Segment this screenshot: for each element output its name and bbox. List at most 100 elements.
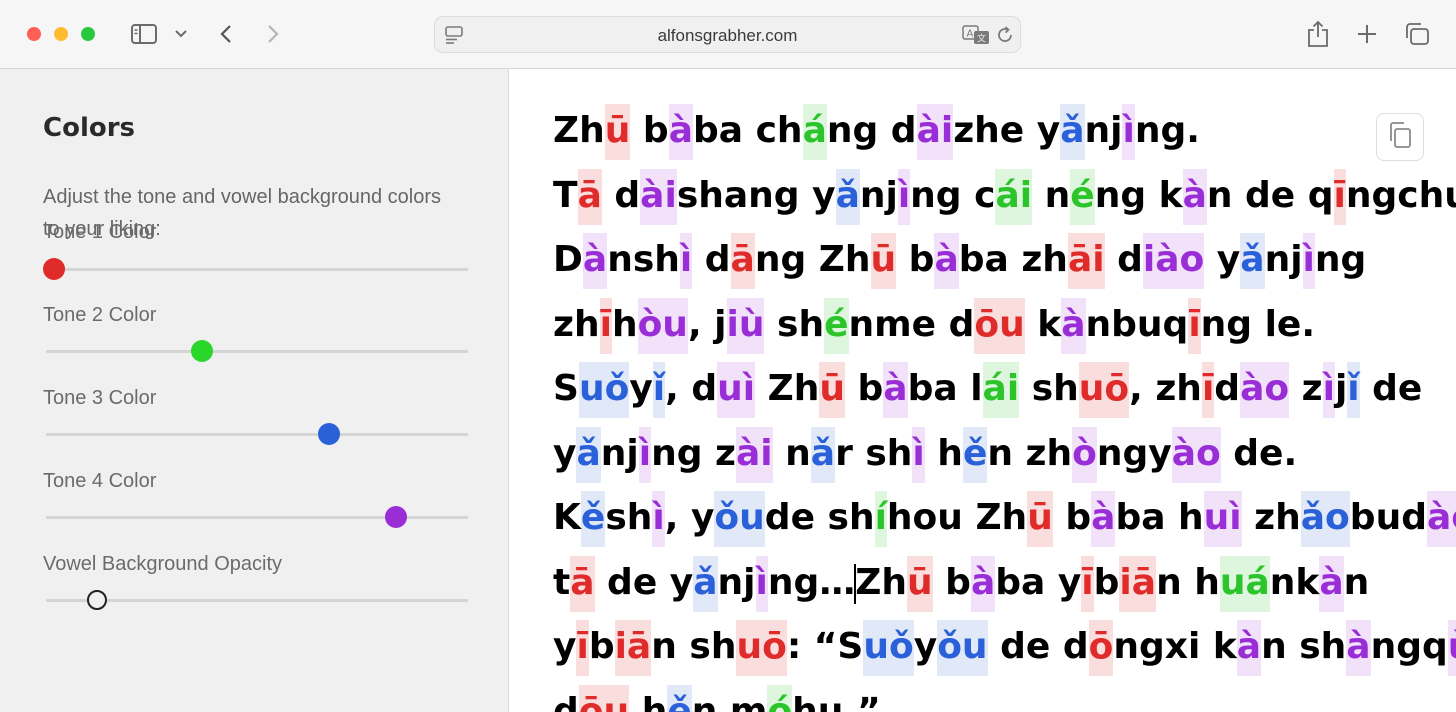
text-segment: b xyxy=(932,561,971,603)
back-icon[interactable] xyxy=(214,18,238,50)
slider-label: Tone 3 Color xyxy=(43,387,157,409)
tone-3-vowel: ě xyxy=(580,491,606,547)
slider-track[interactable] xyxy=(46,433,468,436)
text-segment: ngy xyxy=(1096,432,1172,474)
text-segment: j xyxy=(1334,368,1348,409)
tone-3-vowel: ě xyxy=(667,684,692,712)
sidebar-toggle-icon[interactable] xyxy=(128,18,160,50)
translate-icon[interactable]: A文 xyxy=(962,25,990,49)
text-segment: ba ch xyxy=(692,110,803,151)
reload-icon[interactable] xyxy=(995,25,1015,49)
tone-3-vowel: ǎ xyxy=(1240,233,1265,289)
slider-thumb[interactable] xyxy=(191,340,214,362)
text-line[interactable]: yǎnjìng zài nǎr shì hěn zhòngyào de. xyxy=(553,422,1456,487)
text-segment: n xyxy=(772,432,811,474)
slider-track[interactable] xyxy=(46,268,468,271)
text-line[interactable]: tā de yǎnjìng…Zhū bàba yībiān huánkàn xyxy=(553,551,1456,616)
browser-toolbar: alfonsgrabher.com A文 xyxy=(0,0,1456,69)
minimize-window-button[interactable] xyxy=(54,27,68,41)
tone-1-vowel: iā xyxy=(614,620,652,676)
tone-1-vowel: ī xyxy=(576,620,589,676)
text-line[interactable]: Suǒyǐ, duì Zhū bàba lái shuō, zhīdào zìj… xyxy=(553,357,1456,422)
tone-4-vowel: ì xyxy=(638,426,652,483)
text-segment: d xyxy=(1214,368,1241,409)
tone-4-vowel: ài xyxy=(640,168,677,225)
tone-1-vowel: iā xyxy=(1119,555,1157,612)
tone-4-vowel: ì xyxy=(755,555,768,612)
pinyin-text-area[interactable]: Zhū bàba cháng dàizhe yǎnjìng. Tā dàishan… xyxy=(510,69,1456,712)
text-segment: n sh xyxy=(1261,626,1347,667)
text-segment: ba y xyxy=(995,561,1082,603)
tone-1-vowel: āi xyxy=(1067,233,1105,289)
close-window-button[interactable] xyxy=(27,27,41,41)
text-segment: : “S xyxy=(786,626,864,667)
text-line[interactable]: zhīhòu, jiù shénme dōu kànbuqīng le. xyxy=(553,293,1456,358)
tone-4-vowel: ù xyxy=(1447,620,1456,676)
text-segment: ng c xyxy=(910,174,996,216)
tone-4-vowel: ào xyxy=(1240,362,1290,418)
text-segment: ngxi k xyxy=(1113,626,1237,667)
tone-3-vowel: uǒ xyxy=(578,362,630,418)
slider-label: Tone 4 Color xyxy=(43,470,157,492)
text-line[interactable]: yībiān shuō: “Suǒyǒu de dōngxi kàn shàng… xyxy=(553,615,1456,680)
tone-3-vowel: uǒ xyxy=(863,620,914,676)
slider-thumb[interactable] xyxy=(317,423,340,445)
tone-4-vowel: uì xyxy=(1203,491,1242,547)
new-tab-icon[interactable] xyxy=(1354,18,1380,50)
text-segment: b xyxy=(588,626,615,667)
slider-track[interactable] xyxy=(46,350,468,353)
text-line[interactable]: Kěshì, yǒude shíhou Zhū bàba huì zhǎobud… xyxy=(553,486,1456,551)
tone-3-vowel: ǒu xyxy=(937,620,988,676)
text-line[interactable]: Tā dàishang yǎnjìng cái néng kàn de qīng… xyxy=(553,164,1456,229)
tone-4-vowel: à xyxy=(1091,491,1116,547)
tone-4-vowel: ì xyxy=(897,168,911,225)
tone-1-vowel: uō xyxy=(736,620,787,676)
text-segment: ng z xyxy=(651,432,736,474)
text-segment: y xyxy=(553,626,577,667)
chevron-down-icon[interactable] xyxy=(172,18,190,50)
tone-4-vowel: ài xyxy=(735,426,773,483)
tab-overview-icon[interactable] xyxy=(1403,18,1431,50)
text-segment: de sh xyxy=(764,497,875,538)
tone-3-vowel: ǎ xyxy=(576,426,601,483)
text-line[interactable]: dōu hěn móhu.” xyxy=(553,680,1456,712)
tone-2-vowel: uá xyxy=(1219,555,1270,612)
text-segment: ng Zh xyxy=(754,239,871,280)
slider-thumb[interactable] xyxy=(43,258,66,280)
text-segment: ba zh xyxy=(958,239,1068,280)
text-line[interactable]: Dànshì dāng Zhū bàba zhāi diào yǎnjìng xyxy=(553,228,1456,293)
text-segment: r sh xyxy=(835,432,913,474)
slider-thumb[interactable] xyxy=(86,590,107,610)
text-segment: , j xyxy=(687,303,727,345)
tone-1-vowel: ōu xyxy=(578,684,630,712)
tone-4-vowel: uì xyxy=(717,362,756,418)
slider-track[interactable] xyxy=(46,599,468,602)
tone-4-vowel: iào xyxy=(1142,233,1205,289)
tone-4-vowel: à xyxy=(1319,555,1344,612)
forward-icon[interactable] xyxy=(261,18,285,50)
text-segment: S xyxy=(553,368,579,409)
tone-4-vowel: ò xyxy=(1072,426,1097,483)
text-line[interactable]: Zhū bàba cháng dàizhe yǎnjìng. xyxy=(553,99,1456,164)
text-segment: h xyxy=(924,432,963,474)
text-segment: ng k xyxy=(1094,174,1183,216)
tone-4-vowel: ì xyxy=(1302,233,1315,289)
tone-2-vowel: ái xyxy=(982,362,1020,418)
text-segment: sh xyxy=(764,303,825,345)
tone-3-vowel: ǒu xyxy=(714,491,765,547)
text-segment: de. xyxy=(1220,432,1298,474)
text-segment: nj xyxy=(1084,110,1123,151)
zoom-window-button[interactable] xyxy=(81,27,95,41)
url-text[interactable]: alfonsgrabher.com xyxy=(435,26,1020,46)
tone-3-vowel: ǐ xyxy=(1347,362,1360,418)
tone-2-vowel: á xyxy=(802,104,827,160)
slider-thumb[interactable] xyxy=(385,506,408,528)
text-segment: d xyxy=(692,239,731,280)
address-bar[interactable]: alfonsgrabher.com A文 xyxy=(434,16,1021,53)
text-segment: Zh xyxy=(553,110,605,151)
text-segment: ba h xyxy=(1115,497,1204,538)
share-icon[interactable] xyxy=(1304,18,1332,50)
pinyin-text[interactable]: Zhū bàba cháng dàizhe yǎnjìng. Tā dàishan… xyxy=(553,99,1456,712)
tone-4-vowel: ì xyxy=(912,426,925,483)
text-segment: y xyxy=(629,368,653,409)
